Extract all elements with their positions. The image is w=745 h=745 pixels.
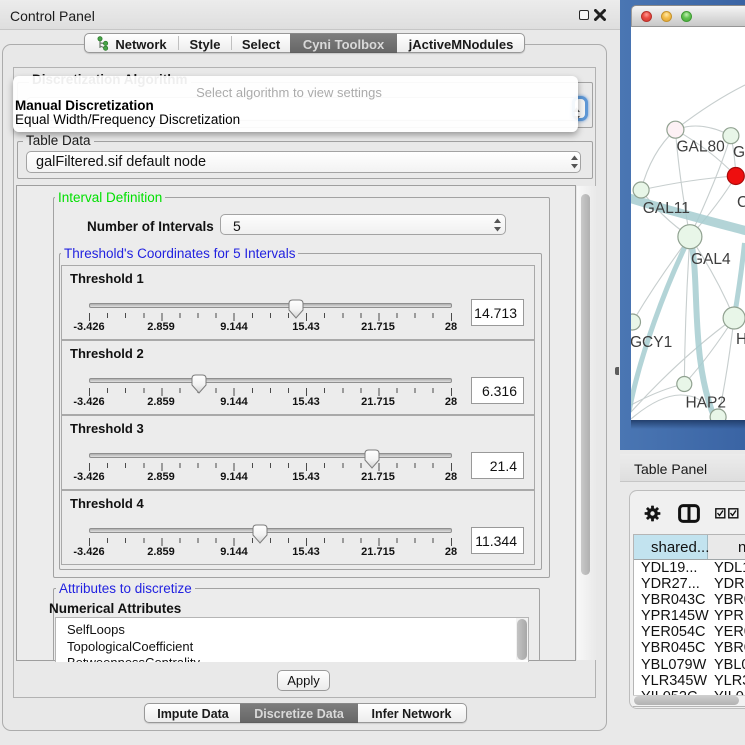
svg-text:C: C (737, 194, 745, 211)
svg-text:H: H (736, 331, 745, 348)
svg-text:GAL80: GAL80 (677, 139, 726, 156)
svg-text:GAL11: GAL11 (643, 200, 690, 217)
svg-text:G...: G... (733, 144, 745, 161)
svg-text:GCY1: GCY1 (631, 334, 672, 351)
svg-text:GAL4: GAL4 (691, 251, 731, 268)
svg-text:HAP2: HAP2 (686, 395, 727, 412)
